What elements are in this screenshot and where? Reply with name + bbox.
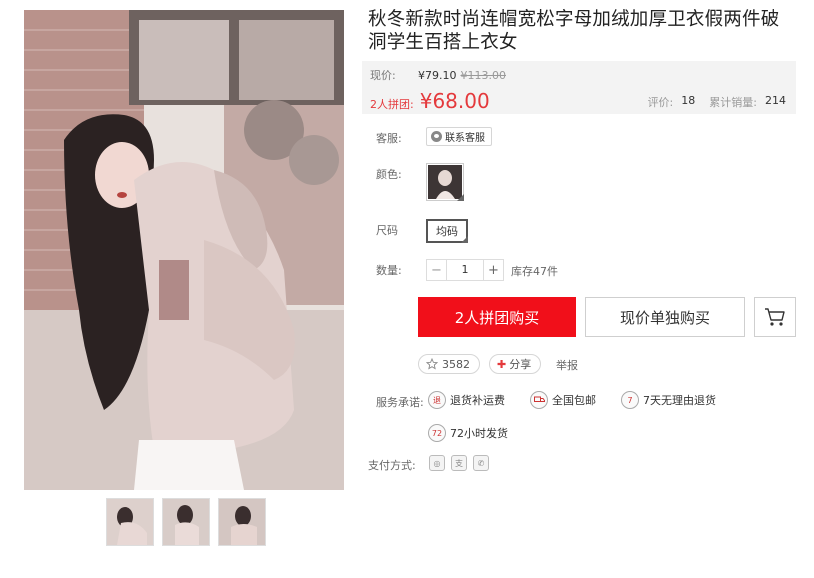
plus-icon: ✚: [497, 357, 507, 371]
group-price-label: 2人拼团:: [370, 98, 414, 111]
current-price-row: 现价: ¥79.10 ¥113.00: [370, 67, 506, 83]
selected-corner-icon: [461, 236, 468, 243]
selected-corner-icon: [457, 194, 464, 201]
group-price-row: 2人拼团: ¥68.00: [370, 89, 490, 113]
price-stats: 评价: 18 累计销量: 214: [648, 94, 786, 110]
service-7day-return: 7 7天无理由退货: [621, 391, 716, 409]
contact-service-button[interactable]: 联系客服: [426, 127, 492, 146]
quantity-label: 数量:: [376, 264, 402, 277]
sales-count: 214: [765, 94, 786, 107]
contact-service-label: 联系客服: [445, 133, 485, 144]
shipping-icon: [530, 391, 548, 409]
sales-label: 累计销量:: [709, 96, 757, 109]
share-label: 分享: [509, 358, 532, 371]
quantity-increase-button[interactable]: +: [483, 260, 503, 280]
favorite-button[interactable]: 3582: [418, 354, 480, 374]
seventy-two-hour-icon: 72: [428, 424, 446, 442]
rating-label: 评价:: [647, 96, 674, 109]
rating-count: 18: [681, 94, 696, 107]
shopping-cart-icon: [765, 308, 785, 326]
color-option[interactable]: [426, 163, 464, 201]
solo-buy-button[interactable]: 现价单独购买: [585, 297, 745, 337]
product-title: 秋冬新款时尚连帽宽松字母加绒加厚卫衣假两件破洞学生百搭上衣女: [368, 9, 780, 53]
thumbnail-1[interactable]: [106, 498, 154, 546]
service-72h-delivery: 72 72小时发货: [428, 424, 508, 442]
quantity-input[interactable]: 1: [447, 260, 483, 280]
main-product-image[interactable]: [24, 10, 344, 490]
size-label: 尺码: [376, 224, 398, 237]
thumbnail-3[interactable]: [218, 498, 266, 546]
current-price-label: 现价:: [370, 69, 396, 82]
favorite-count: 3582: [442, 357, 470, 371]
seven-day-icon: 7: [621, 391, 639, 409]
payment-label: 支付方式:: [368, 459, 416, 472]
original-price: ¥113.00: [460, 68, 507, 82]
thumbnail-2[interactable]: [162, 498, 210, 546]
group-buy-button[interactable]: 2人拼团购买: [418, 297, 576, 337]
service-free-shipping: 全国包邮: [530, 391, 596, 409]
current-price: ¥79.10: [418, 68, 457, 82]
group-price: ¥68.00: [419, 89, 490, 113]
report-link[interactable]: 举报: [556, 357, 578, 373]
product-page: 秋冬新款时尚连帽宽松字母加绒加厚卫衣假两件破洞学生百搭上衣女 现价: ¥79.1…: [0, 0, 814, 578]
yi-wallet-icon: 支: [451, 455, 467, 471]
share-button[interactable]: ✚ 分享: [489, 354, 542, 374]
star-outline-icon: [426, 358, 438, 370]
chat-bubble-icon: [431, 131, 442, 142]
service-label: 客服:: [376, 132, 402, 145]
size-option-label: 均码: [436, 225, 458, 238]
return-icon: 退: [428, 391, 446, 409]
size-option[interactable]: 均码: [426, 219, 468, 243]
services-label: 服务承诺:: [376, 396, 424, 409]
quantity-stepper: − 1 +: [426, 259, 504, 281]
stock-text: 库存47件: [511, 265, 558, 278]
service-return-shipping: 退 退货补运费: [428, 391, 505, 409]
quantity-decrease-button[interactable]: −: [427, 260, 447, 280]
thumbnail-strip: [106, 498, 266, 546]
alipay-style-icon: ◎: [429, 455, 445, 471]
price-panel: 现价: ¥79.10 ¥113.00 2人拼团: ¥68.00 评价: 18 累…: [362, 61, 796, 114]
add-to-cart-button[interactable]: [754, 297, 796, 337]
color-label: 颜色:: [376, 168, 402, 181]
wechat-pay-icon: ✆: [473, 455, 489, 471]
